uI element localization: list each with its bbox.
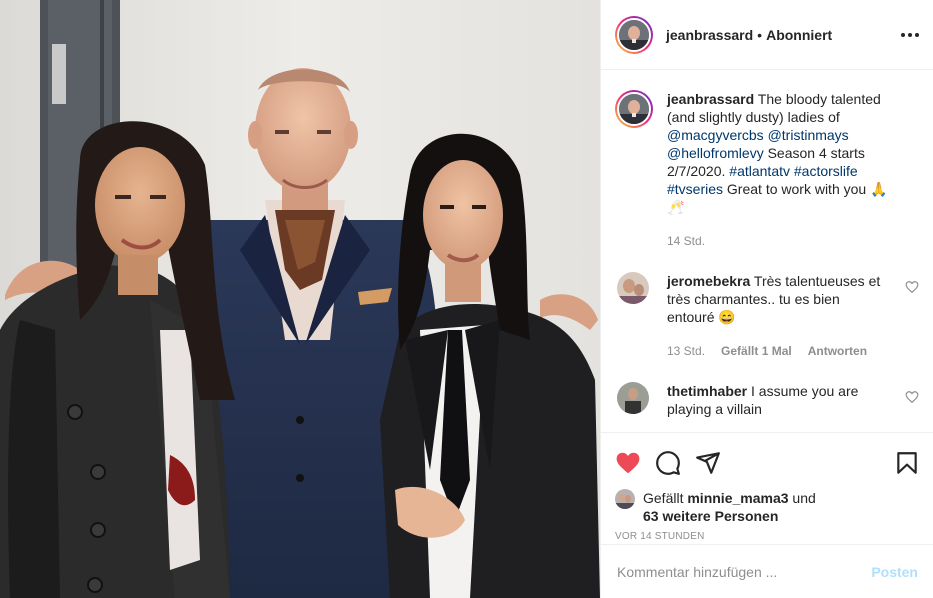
post-comment-button[interactable]: Posten [871, 564, 918, 580]
liker-avatar[interactable] [615, 489, 635, 509]
likes-summary: Gefällt minnie_mama3 und 63 weitere Pers… [615, 489, 920, 525]
follow-status[interactable]: Abonniert [766, 27, 832, 43]
commenter-avatar[interactable] [617, 382, 649, 414]
mention-link[interactable]: @hellofromlevy [667, 145, 764, 161]
dot-icon [915, 32, 919, 37]
post-header: jeanbrassard • Abonniert [601, 0, 933, 70]
reply-button[interactable]: Antworten [808, 342, 867, 360]
avatar-image [619, 94, 649, 124]
avatar-image [619, 19, 649, 50]
more-options-button[interactable] [901, 27, 919, 43]
caption-username[interactable]: jeanbrassard [667, 91, 754, 107]
hashtag-link[interactable]: #tvseries [667, 181, 723, 197]
posted-time[interactable]: VOR 14 STUNDEN [615, 531, 920, 542]
post-details-panel: jeanbrassard • Abonniert jeanbrassard Th… [600, 0, 933, 598]
add-comment-bar: Posten [601, 544, 933, 598]
commenter-username[interactable]: thetimhaber [667, 383, 747, 399]
likes-middle: und [788, 490, 816, 506]
author-avatar[interactable] [615, 15, 653, 54]
mention-link[interactable]: @macgyvercbs [667, 127, 764, 143]
avatar-image [617, 272, 649, 304]
comment-input[interactable] [617, 563, 872, 580]
avatar-image [617, 382, 649, 414]
header-separator: • [757, 26, 763, 43]
heart-outline-icon[interactable] [905, 390, 919, 404]
post-image-illustration [0, 0, 600, 598]
comment-item: jeromebekra Très talentueuses et très ch… [615, 272, 919, 360]
dot-icon [901, 32, 905, 37]
bookmark-icon[interactable] [894, 450, 920, 476]
avatar-image [615, 489, 635, 509]
liker-username[interactable]: minnie_mama3 [687, 490, 788, 506]
dot-icon [908, 32, 912, 37]
comments-section[interactable]: jeanbrassard The bloody talented (and sl… [601, 70, 933, 432]
action-bar [615, 443, 920, 483]
comment-time[interactable]: 13 Std. [667, 342, 705, 360]
post-actions: Gefällt minnie_mama3 und 63 weitere Pers… [601, 432, 933, 542]
commenter-username[interactable]: jeromebekra [667, 273, 750, 289]
caption-author-avatar[interactable] [615, 90, 653, 128]
hashtag-link[interactable]: #actorslife [794, 163, 858, 179]
caption: jeanbrassard The bloody talented (and sl… [615, 90, 919, 250]
comment-meta: 13 Std. Gefällt 1 Mal Antworten [667, 342, 881, 360]
likes-others-link[interactable]: 63 weitere Personen [643, 508, 778, 524]
caption-meta: 14 Std. [667, 232, 903, 250]
comment-like-count[interactable]: Gefällt 1 Mal [721, 342, 792, 360]
caption-time[interactable]: 14 Std. [667, 232, 705, 250]
author-username[interactable]: jeanbrassard [666, 27, 753, 43]
likes-prefix: Gefällt [643, 490, 688, 506]
mention-link[interactable]: @tristinmays [768, 127, 849, 143]
caption-text: jeanbrassard The bloody talented (and sl… [667, 90, 903, 216]
commenter-avatar[interactable] [617, 272, 649, 304]
comment-item: thetimhaber I assume you are playing a v… [615, 382, 919, 418]
comment-bubble-icon[interactable] [655, 450, 681, 476]
heart-outline-icon[interactable] [905, 280, 919, 294]
comment-text: thetimhaber I assume you are playing a v… [667, 382, 881, 418]
post-photo[interactable] [0, 0, 600, 598]
heart-filled-icon[interactable] [615, 450, 641, 476]
comment-text: jeromebekra Très talentueuses et très ch… [667, 272, 881, 326]
paper-plane-icon[interactable] [695, 450, 721, 476]
hashtag-link[interactable]: #atlantatv [729, 163, 790, 179]
